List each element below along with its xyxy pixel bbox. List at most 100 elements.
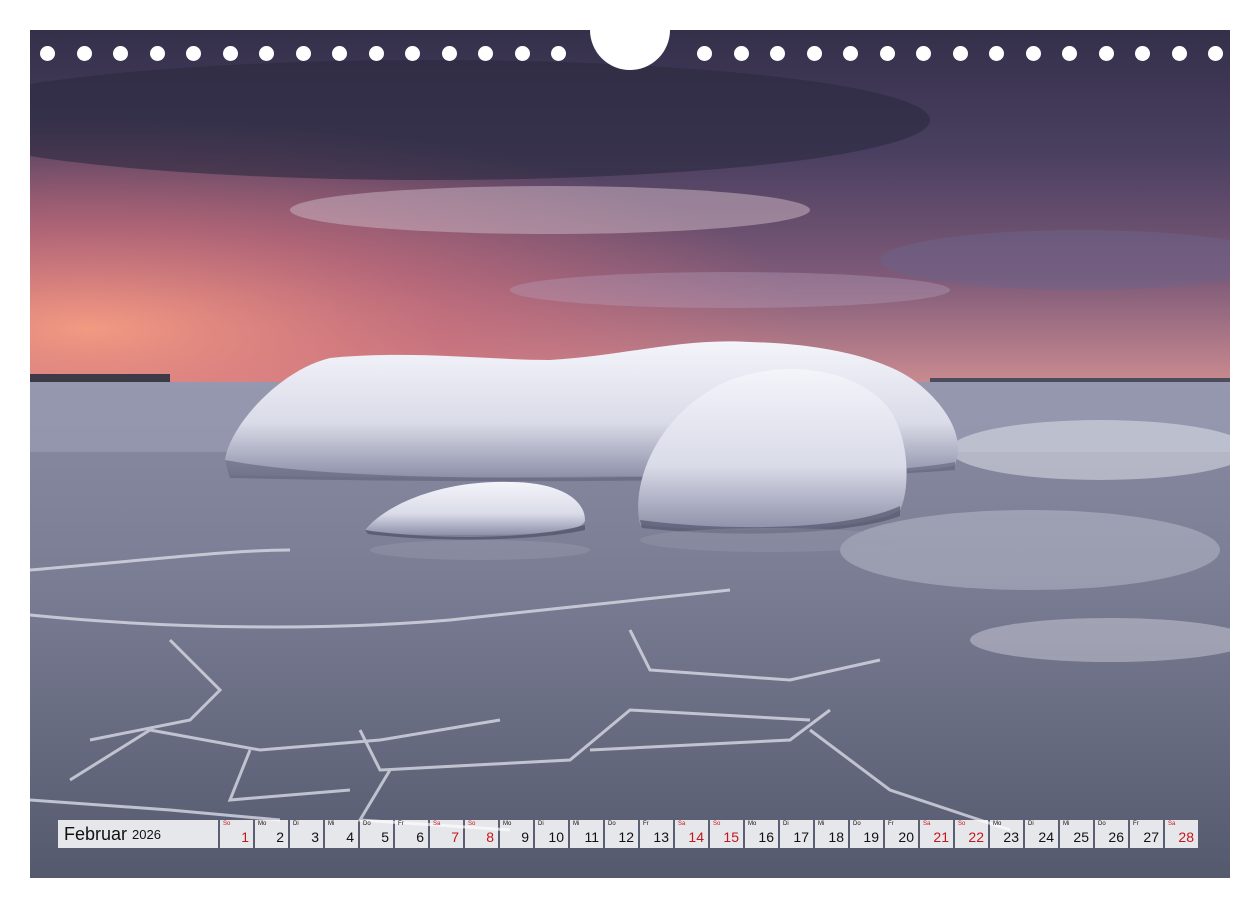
day-number: 7 <box>451 829 459 845</box>
day-cell: Di 17 <box>780 820 813 848</box>
weekday-label: Fr <box>888 821 894 827</box>
day-cell: So 8 <box>465 820 498 848</box>
day-cell: Mi 25 <box>1060 820 1093 848</box>
day-cell: Mo 23 <box>990 820 1023 848</box>
day-cell: Fr 13 <box>640 820 673 848</box>
weekday-label: Mi <box>1063 821 1070 827</box>
day-number: 15 <box>723 829 739 845</box>
binding-hole <box>441 46 457 61</box>
weekday-label: Di <box>783 821 789 827</box>
day-cell: Mo 2 <box>255 820 288 848</box>
binding-hole <box>1098 46 1114 61</box>
day-cell: Mi 11 <box>570 820 603 848</box>
binding-hole <box>1062 46 1077 61</box>
weekday-label: Mo <box>993 821 1002 827</box>
binding-hole <box>1171 46 1187 61</box>
day-number: 20 <box>898 829 914 845</box>
binding-hole <box>1135 46 1150 61</box>
day-number: 1 <box>241 829 249 845</box>
calendar-strip: Februar 2026 So 1 Mo 2 Di 3 Mi 4 Do 5 Fr 6 Sa 7 So 8 Mo 9… <box>58 820 1200 850</box>
calendar-binding <box>30 30 1230 70</box>
day-cell: Sa 28 <box>1165 820 1198 848</box>
day-cell: Mo 9 <box>500 820 533 848</box>
day-number: 10 <box>548 829 564 845</box>
day-cell: Di 3 <box>290 820 323 848</box>
weekday-label: Sa <box>678 821 686 827</box>
binding-hole <box>259 46 274 61</box>
binding-hole <box>843 46 858 61</box>
binding-hole <box>916 46 931 61</box>
weekday-label: Mi <box>328 821 335 827</box>
weekday-label: Sa <box>1168 821 1176 827</box>
day-number: 14 <box>688 829 704 845</box>
binding-hole <box>879 46 895 61</box>
month-year: 2026 <box>132 826 161 842</box>
weekday-label: Mo <box>503 821 512 827</box>
day-number: 18 <box>828 829 844 845</box>
day-cell: Sa 21 <box>920 820 953 848</box>
day-number: 4 <box>346 829 354 845</box>
weekday-label: Sa <box>433 821 441 827</box>
weekday-label: Do <box>608 821 616 827</box>
day-cell: Do 26 <box>1095 820 1128 848</box>
binding-hole <box>989 46 1004 61</box>
weekday-label: Mo <box>258 821 267 827</box>
day-number: 6 <box>416 829 424 845</box>
hanger-cutout <box>590 30 670 70</box>
day-cell: Fr 20 <box>885 820 918 848</box>
day-cell: So 22 <box>955 820 988 848</box>
day-number: 21 <box>933 829 949 845</box>
day-cell: Di 24 <box>1025 820 1058 848</box>
day-number: 26 <box>1108 829 1124 845</box>
weekday-label: Do <box>853 821 861 827</box>
day-number: 27 <box>1143 829 1159 845</box>
landscape-photo <box>30 30 1230 878</box>
day-number: 8 <box>486 829 494 845</box>
day-cell: Mi 4 <box>325 820 358 848</box>
day-cell: Do 19 <box>850 820 883 848</box>
day-number: 9 <box>521 829 529 845</box>
weekday-label: Fr <box>1133 821 1139 827</box>
binding-hole <box>405 46 420 61</box>
weekday-label: Sa <box>923 821 931 827</box>
weekday-label: So <box>713 821 721 827</box>
binding-hole <box>113 46 128 61</box>
day-cell: Sa 7 <box>430 820 463 848</box>
binding-hole <box>368 46 384 61</box>
binding-hole <box>1208 46 1223 61</box>
day-number: 11 <box>584 829 599 845</box>
day-number: 28 <box>1178 829 1194 845</box>
weekday-label: So <box>958 821 966 827</box>
day-number: 3 <box>311 829 319 845</box>
binding-hole <box>478 46 493 61</box>
day-number: 13 <box>653 829 669 845</box>
day-number: 25 <box>1073 829 1089 845</box>
day-number: 16 <box>758 829 774 845</box>
binding-hole <box>551 46 566 61</box>
weekday-label: Di <box>293 821 299 827</box>
binding-hole <box>76 46 92 61</box>
day-cell: Do 5 <box>360 820 393 848</box>
weekday-label: Di <box>538 821 544 827</box>
day-cell: So 1 <box>220 820 253 848</box>
day-number: 19 <box>863 829 879 845</box>
day-number: 23 <box>1003 829 1019 845</box>
binding-hole <box>332 46 347 61</box>
day-number: 2 <box>276 829 284 845</box>
weekday-label: Di <box>1028 821 1034 827</box>
day-number: 17 <box>793 829 809 845</box>
day-cell: Do 12 <box>605 820 638 848</box>
weekday-label: Do <box>363 821 371 827</box>
day-number: 5 <box>381 829 389 845</box>
binding-hole <box>952 46 968 61</box>
weekday-label: Mi <box>818 821 825 827</box>
day-cell: Mi 18 <box>815 820 848 848</box>
binding-hole <box>186 46 201 61</box>
binding-hole <box>697 46 712 61</box>
day-cell: Di 10 <box>535 820 568 848</box>
binding-hole <box>149 46 165 61</box>
weekday-label: So <box>468 821 476 827</box>
day-cell: Fr 6 <box>395 820 428 848</box>
day-number: 12 <box>618 829 634 845</box>
weekday-label: Mo <box>748 821 757 827</box>
